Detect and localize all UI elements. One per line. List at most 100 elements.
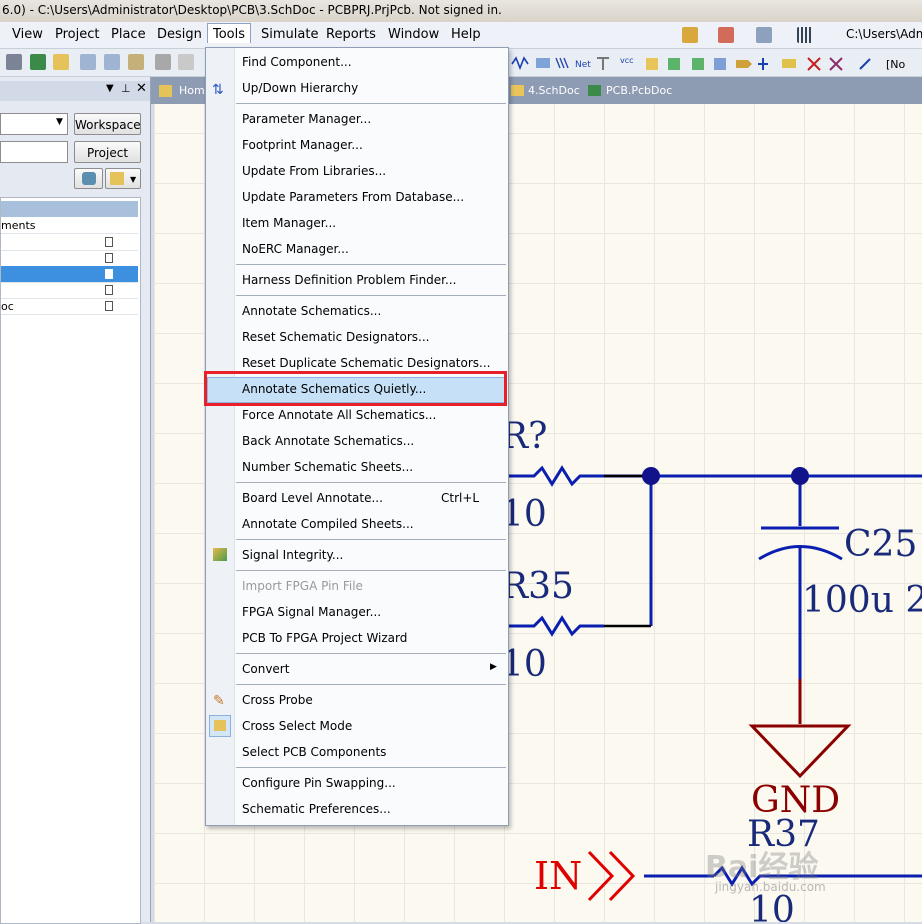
r-unknown-resistor: [509, 465, 604, 487]
tree-row-selected[interactable]: [1, 266, 138, 283]
zoom-area-icon[interactable]: [104, 54, 120, 70]
menu-window[interactable]: Window: [388, 27, 439, 42]
menu-separator: [236, 482, 506, 483]
menu-schematic-preferences[interactable]: Schematic Preferences...: [242, 799, 391, 819]
grid-icon[interactable]: [797, 27, 813, 43]
c25-designator[interactable]: C25: [844, 524, 917, 565]
folder-icon[interactable]: [53, 54, 69, 70]
project-button[interactable]: Project: [74, 141, 141, 163]
tree-row-label: oc: [1, 300, 14, 313]
menu-reset-schematic-designators[interactable]: Reset Schematic Designators...: [242, 327, 430, 347]
tree-row[interactable]: [1, 250, 138, 267]
device-sheet-icon: [714, 58, 726, 70]
cross-probe-icon: ✎: [213, 693, 225, 709]
menu-annotate-schematics[interactable]: Annotate Schematics...: [242, 301, 381, 321]
menu-configure-pin-swapping[interactable]: Configure Pin Swapping...: [242, 773, 396, 793]
document-icon: [105, 269, 113, 279]
menu-cross-select-mode[interactable]: Cross Select Mode: [242, 716, 352, 736]
tab-4-schdoc-label: 4.SchDoc: [528, 84, 580, 97]
menu-board-level-annotate[interactable]: Board Level Annotate...: [242, 488, 383, 508]
tree-row[interactable]: [1, 234, 138, 251]
tree-row[interactable]: oc: [1, 298, 138, 315]
shortcut-ctrl-l: Ctrl+L: [441, 491, 480, 505]
workspace-select[interactable]: ▼: [0, 113, 68, 135]
menu-tools[interactable]: Tools: [207, 23, 252, 43]
menu-simulate[interactable]: Simulate: [261, 27, 318, 42]
menu-up-down-hierarchy[interactable]: Up/Down Hierarchy: [242, 78, 358, 98]
panel-menu-icon[interactable]: ▼: [106, 83, 114, 94]
workspace-button[interactable]: Workspace: [74, 113, 141, 135]
menu-help[interactable]: Help: [451, 27, 481, 42]
in-port-label[interactable]: IN: [534, 854, 582, 898]
menu-separator: [236, 103, 506, 104]
in-port-arrows: [587, 850, 636, 902]
align-icon[interactable]: [718, 27, 734, 43]
menu-separator: [236, 264, 506, 265]
menu-find-component[interactable]: Find Component...: [242, 52, 352, 72]
menu-force-annotate-all-schematics[interactable]: Force Annotate All Schematics...: [242, 405, 436, 425]
close-icon[interactable]: ✕: [136, 81, 147, 96]
cut-icon[interactable]: [155, 54, 171, 70]
pin-icon[interactable]: ⊥: [121, 82, 131, 95]
vcc-icon: vcc: [620, 56, 634, 65]
menu-pcb-to-fpga-project-wizard[interactable]: PCB To FPGA Project Wizard: [242, 628, 407, 648]
gnd-symbol: [748, 679, 852, 779]
copy-icon[interactable]: [178, 54, 194, 70]
zoom-selected-icon[interactable]: [128, 54, 144, 70]
menu-footprint-manager[interactable]: Footprint Manager...: [242, 135, 363, 155]
project-tree: ments oc: [0, 197, 141, 924]
menu-select-pcb-components[interactable]: Select PCB Components: [242, 742, 386, 762]
open-project-icon[interactable]: [6, 54, 22, 70]
menu-parameter-manager[interactable]: Parameter Manager...: [242, 109, 371, 129]
save-icon[interactable]: [30, 54, 46, 70]
menu-noerc-manager[interactable]: NoERC Manager...: [242, 239, 349, 259]
watermark-url: jingyan.baidu.com: [715, 880, 826, 894]
menu-harness-definition-problem-finder[interactable]: Harness Definition Problem Finder...: [242, 270, 456, 290]
menu-view[interactable]: View: [12, 27, 43, 42]
menu-cross-probe[interactable]: Cross Probe: [242, 690, 313, 710]
r37-value[interactable]: 10: [749, 890, 795, 922]
wiring-toolbar: Net vcc [No: [511, 56, 906, 71]
zoom-fit-icon[interactable]: [80, 54, 96, 70]
chevron-down-icon: ▼: [56, 117, 63, 127]
wiring-icon[interactable]: [682, 27, 698, 43]
projects-panel: ▼ ⊥ ✕ ▼ Workspace Project ▼ ments oc: [0, 77, 151, 924]
c25-value[interactable]: 100u 2: [802, 580, 922, 621]
r35-designator[interactable]: R35: [501, 566, 574, 607]
project-select[interactable]: [0, 141, 68, 163]
menu-signal-integrity[interactable]: Signal Integrity...: [242, 545, 343, 565]
document-icon: [105, 237, 113, 247]
menu-import-fpga-pin-file: Import FPGA Pin File: [242, 579, 363, 593]
compile-button[interactable]: [74, 168, 103, 189]
menu-place[interactable]: Place: [111, 27, 146, 42]
port-icon: [736, 60, 752, 68]
menu-back-annotate-schematics[interactable]: Back Annotate Schematics...: [242, 431, 414, 451]
tree-row[interactable]: [1, 282, 138, 299]
schematic-doc-icon: [511, 85, 524, 96]
document-icon: [105, 301, 113, 311]
ground-power-icon[interactable]: [756, 27, 772, 43]
menu-convert[interactable]: Convert: [242, 659, 289, 679]
menu-reports[interactable]: Reports: [326, 27, 376, 42]
toolbar-field: [No: [886, 58, 906, 71]
menu-separator: [236, 295, 506, 296]
tree-header: [1, 201, 138, 217]
menu-update-parameters-from-database[interactable]: Update Parameters From Database...: [242, 187, 464, 207]
tab-pcb-pcbdoc-label: PCB.PcbDoc: [606, 84, 673, 97]
tree-row[interactable]: ments: [1, 217, 138, 234]
sheet-entry-icon: [692, 58, 704, 70]
menu-number-schematic-sheets[interactable]: Number Schematic Sheets...: [242, 457, 413, 477]
menu-item-manager[interactable]: Item Manager...: [242, 213, 336, 233]
menu-annotate-compiled-sheets[interactable]: Annotate Compiled Sheets...: [242, 514, 414, 534]
menu-project[interactable]: Project: [55, 27, 99, 42]
menu-reset-duplicate-schematic-designators[interactable]: Reset Duplicate Schematic Designators...: [242, 353, 490, 373]
open-menu-button[interactable]: ▼: [105, 168, 141, 189]
home-icon: [159, 85, 172, 97]
menu-design[interactable]: Design: [157, 27, 202, 42]
menu-update-from-libraries[interactable]: Update From Libraries...: [242, 161, 386, 181]
menu-fpga-signal-manager[interactable]: FPGA Signal Manager...: [242, 602, 381, 622]
menu-separator: [236, 684, 506, 685]
r35-resistor: [509, 615, 604, 637]
menu-separator: [236, 570, 506, 571]
cross-select-icon: [209, 715, 231, 737]
